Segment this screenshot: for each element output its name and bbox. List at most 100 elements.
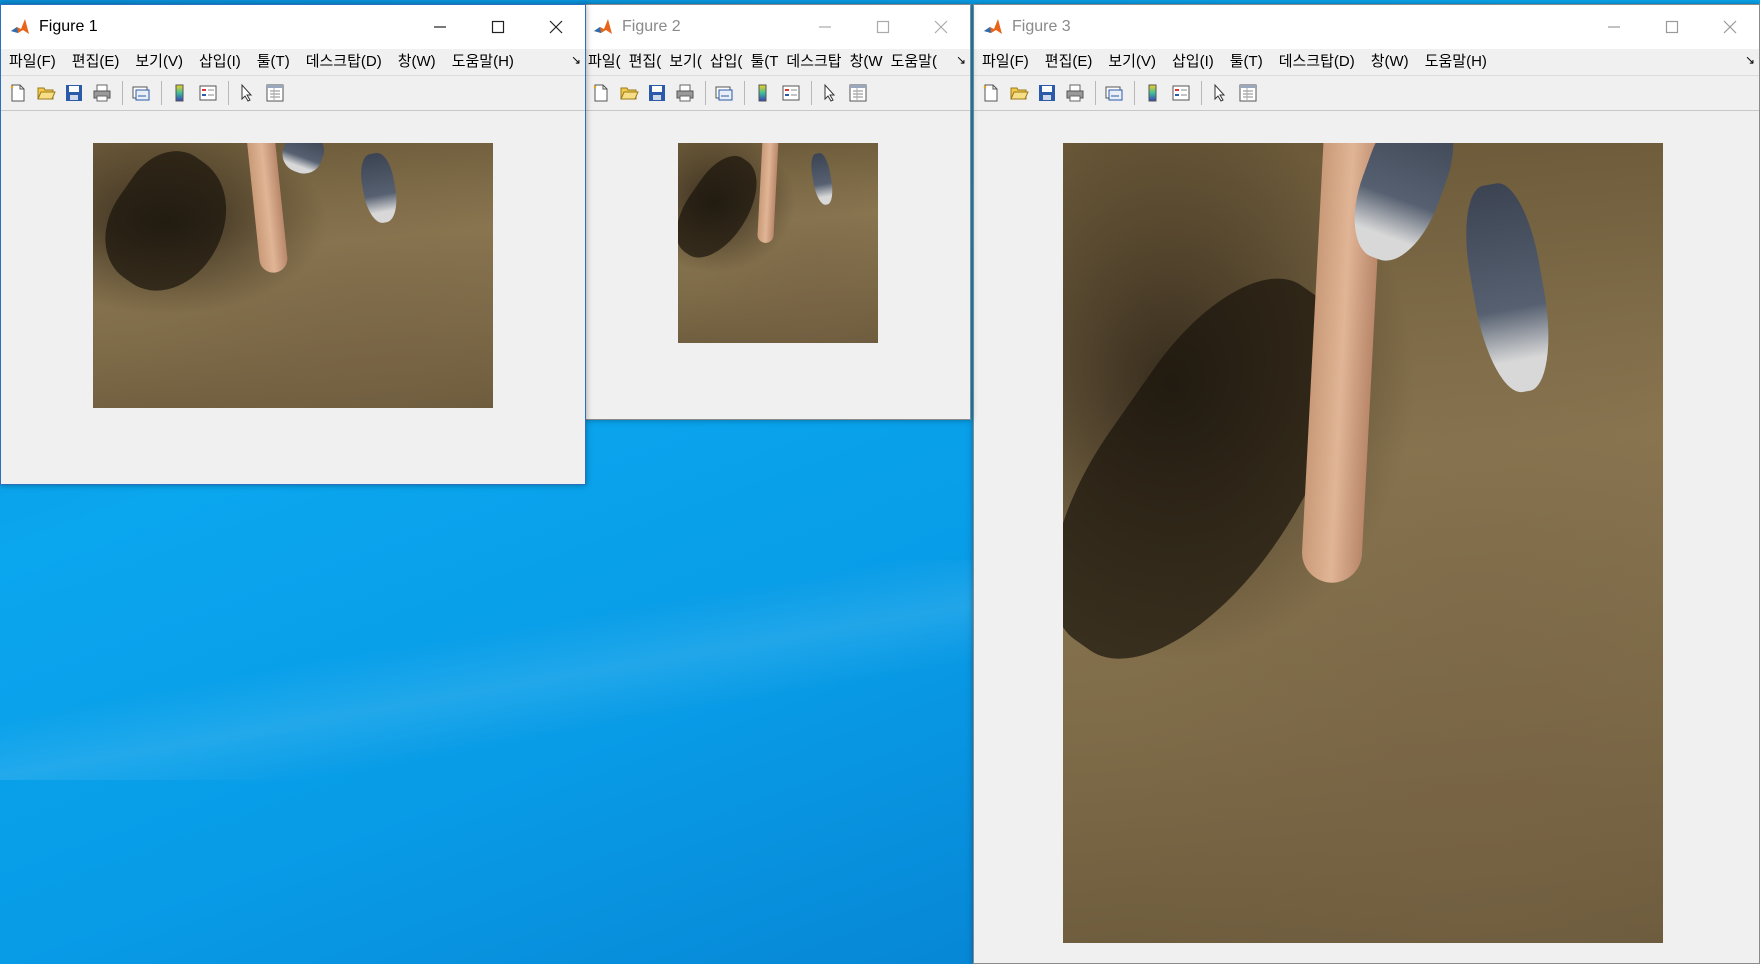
figure2-title: Figure 2: [622, 18, 681, 35]
save-button[interactable]: [61, 80, 87, 106]
menu-tools[interactable]: 툴(T: [746, 49, 782, 75]
figure2-window[interactable]: Figure 2 파일( 편집( 보기( 삽입( 툴(T 데스크탑 창(W 도움…: [583, 4, 971, 420]
open-file-button[interactable]: [616, 80, 642, 106]
maximize-button[interactable]: [854, 5, 912, 49]
figure2-menubar: 파일( 편집( 보기( 삽입( 툴(T 데스크탑 창(W 도움말( ↘: [584, 49, 970, 75]
property-inspector-icon: [266, 84, 284, 102]
edit-plot-button[interactable]: [234, 80, 260, 106]
menu-edit[interactable]: 편집(E): [1037, 49, 1101, 75]
minimize-button[interactable]: [411, 5, 469, 49]
print-button[interactable]: [672, 80, 698, 106]
close-button[interactable]: [912, 5, 970, 49]
link-plot-button[interactable]: [1101, 80, 1127, 106]
save-button[interactable]: [644, 80, 670, 106]
menu-insert[interactable]: 삽입(: [706, 49, 747, 75]
menu-file[interactable]: 파일(: [584, 49, 625, 75]
minimize-button[interactable]: [796, 5, 854, 49]
new-figure-button[interactable]: [978, 80, 1004, 106]
maximize-button[interactable]: [469, 5, 527, 49]
edit-plot-icon: [824, 83, 836, 102]
menu-help[interactable]: 도움말(H): [1417, 49, 1495, 75]
menu-edit[interactable]: 편집(E): [64, 49, 128, 75]
save-button[interactable]: [1034, 80, 1060, 106]
print-button[interactable]: [89, 80, 115, 106]
figure3-title: Figure 3: [1012, 18, 1071, 35]
edit-plot-button[interactable]: [1207, 80, 1233, 106]
menu-desktop[interactable]: 데스크탑(D): [298, 49, 390, 75]
new-figure-button[interactable]: [5, 80, 31, 106]
image-shoe: [357, 150, 401, 226]
menu-insert[interactable]: 삽입(I): [1164, 49, 1222, 75]
menu-window[interactable]: 창(W): [390, 49, 444, 75]
desktop-background: [0, 560, 980, 780]
insert-colorbar-button[interactable]: [167, 80, 193, 106]
insert-colorbar-icon: [1148, 84, 1157, 102]
close-button[interactable]: [1701, 5, 1759, 49]
minimize-button[interactable]: [1585, 5, 1643, 49]
insert-legend-button[interactable]: [778, 80, 804, 106]
image-shoe: [277, 143, 329, 179]
image-arm: [757, 143, 779, 244]
figure2-axes-area: [584, 111, 970, 419]
figure3-image: [1063, 143, 1663, 943]
menu-view[interactable]: 보기(: [665, 49, 706, 75]
menu-view[interactable]: 보기(V): [1100, 49, 1164, 75]
menu-help[interactable]: 도움말(H): [444, 49, 522, 75]
link-plot-button[interactable]: [711, 80, 737, 106]
figure1-titlebar[interactable]: Figure 1: [1, 5, 585, 49]
link-plot-button[interactable]: [128, 80, 154, 106]
figure3-window[interactable]: Figure 3 파일(F) 편집(E) 보기(V) 삽입(I) 툴(T) 데스…: [973, 4, 1760, 964]
menu-window[interactable]: 창(W: [846, 49, 887, 75]
maximize-icon: [876, 20, 890, 34]
insert-legend-icon: [199, 85, 217, 101]
open-file-icon: [37, 87, 56, 100]
figure3-titlebar[interactable]: Figure 3: [974, 5, 1759, 49]
close-button[interactable]: [527, 5, 585, 49]
figure1-title: Figure 1: [39, 18, 98, 35]
menu-view[interactable]: 보기(V): [127, 49, 191, 75]
maximize-button[interactable]: [1643, 5, 1701, 49]
menu-insert[interactable]: 삽입(I): [191, 49, 249, 75]
open-file-button[interactable]: [1006, 80, 1032, 106]
open-file-button[interactable]: [33, 80, 59, 106]
insert-legend-icon: [1172, 85, 1190, 101]
print-button[interactable]: [1062, 80, 1088, 106]
menu-window[interactable]: 창(W): [1363, 49, 1417, 75]
image-shoe: [808, 151, 836, 207]
toolbar-separator: [744, 81, 745, 105]
menu-edit[interactable]: 편집(: [625, 49, 666, 75]
menu-file[interactable]: 파일(F): [1, 49, 64, 75]
insert-legend-button[interactable]: [1168, 80, 1194, 106]
menu-desktop[interactable]: 데스크탑: [782, 49, 845, 75]
figure1-window[interactable]: Figure 1 파일(F) 편집(E) 보기(V) 삽입(I) 툴(T) 데스…: [0, 4, 586, 485]
insert-colorbar-button[interactable]: [1140, 80, 1166, 106]
property-inspector-button[interactable]: [1235, 80, 1261, 106]
figure3-axes-area: [974, 111, 1759, 963]
more-menu-icon[interactable]: ↘: [571, 53, 581, 67]
open-file-icon: [620, 87, 639, 100]
matlab-icon: [984, 19, 1002, 34]
menu-tools[interactable]: 툴(T): [249, 49, 298, 75]
menu-tools[interactable]: 툴(T): [1222, 49, 1271, 75]
more-menu-icon[interactable]: ↘: [956, 53, 966, 67]
figure3-menubar: 파일(F) 편집(E) 보기(V) 삽입(I) 툴(T) 데스크탑(D) 창(W…: [974, 49, 1759, 75]
image-arm: [245, 143, 289, 275]
figure3-toolbar: [974, 75, 1759, 111]
edit-plot-icon: [241, 83, 253, 102]
insert-legend-icon: [782, 85, 800, 101]
new-figure-button[interactable]: [588, 80, 614, 106]
more-menu-icon[interactable]: ↘: [1745, 53, 1755, 67]
menu-desktop[interactable]: 데스크탑(D): [1271, 49, 1363, 75]
print-icon: [676, 84, 694, 102]
edit-plot-button[interactable]: [817, 80, 843, 106]
insert-legend-button[interactable]: [195, 80, 221, 106]
menu-help[interactable]: 도움말(: [887, 49, 941, 75]
property-inspector-button[interactable]: [845, 80, 871, 106]
menu-file[interactable]: 파일(F): [974, 49, 1037, 75]
property-inspector-button[interactable]: [262, 80, 288, 106]
link-plot-icon: [1105, 86, 1123, 101]
matlab-icon: [594, 19, 612, 34]
minimize-icon: [434, 26, 446, 28]
figure2-titlebar[interactable]: Figure 2: [584, 5, 970, 49]
insert-colorbar-button[interactable]: [750, 80, 776, 106]
